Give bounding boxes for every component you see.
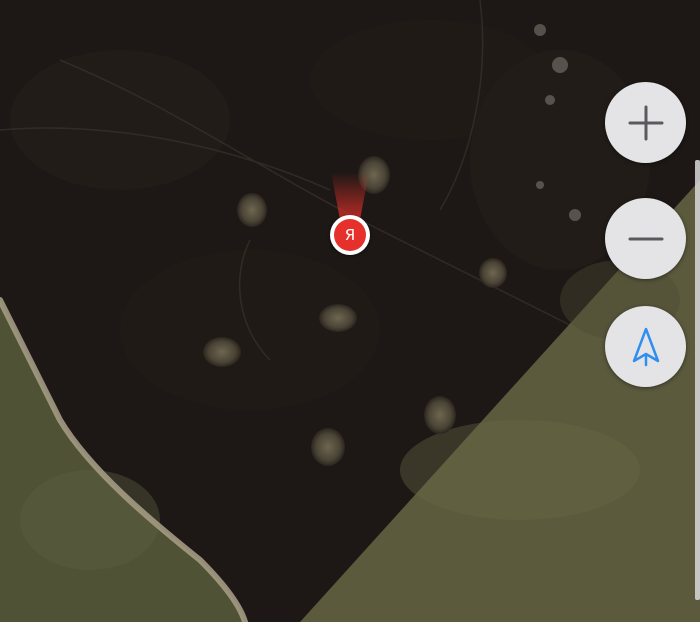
- zoom-out-button[interactable]: [605, 198, 686, 279]
- plus-icon: [628, 105, 663, 140]
- minus-icon: [628, 237, 663, 240]
- locate-me-button[interactable]: [605, 306, 686, 387]
- user-location-label: Я: [334, 219, 366, 251]
- navigation-arrow-icon: [632, 327, 659, 366]
- zoom-in-button[interactable]: [605, 82, 686, 163]
- user-location-marker[interactable]: Я: [330, 215, 370, 255]
- map-scrollbar[interactable]: [695, 160, 700, 600]
- satellite-map[interactable]: [0, 0, 700, 622]
